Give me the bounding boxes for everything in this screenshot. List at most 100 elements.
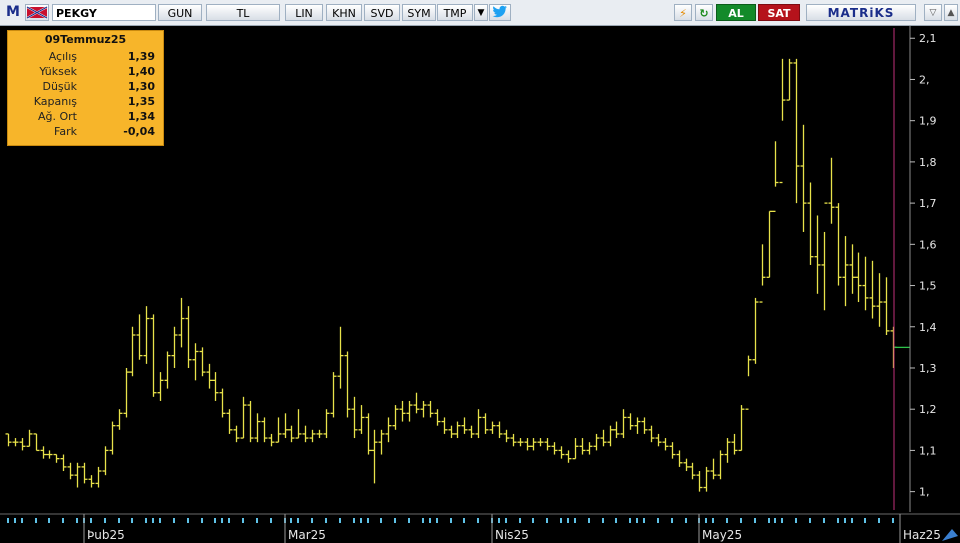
x-tick <box>768 518 770 523</box>
info-value: -0,04 <box>123 125 155 138</box>
y-tick-label: 1,6 <box>919 238 937 251</box>
x-month-label: Haz25 <box>903 528 941 542</box>
scroll-icon[interactable]: ▲ <box>944 4 958 21</box>
x-tick <box>353 518 355 523</box>
x-month-label: Þub25 <box>87 528 125 542</box>
x-tick <box>851 518 853 523</box>
x-tick <box>740 518 742 523</box>
info-label: Fark <box>54 125 77 138</box>
y-tick-label: 1,3 <box>919 362 937 375</box>
x-tick <box>602 518 604 523</box>
x-tick <box>48 518 50 523</box>
y-tick-label: 1,1 <box>919 444 937 457</box>
symbol-input[interactable]: PEKGY <box>52 4 156 21</box>
info-row-close: Kapanış 1,35 <box>8 94 163 109</box>
x-tick <box>643 518 645 523</box>
x-tick <box>159 518 161 523</box>
y-tick-label: 1,4 <box>919 321 937 334</box>
x-tick <box>228 518 230 523</box>
x-month-label: May25 <box>702 528 742 542</box>
x-tick <box>290 518 292 523</box>
toolbar: M PEKGY GUN TL LIN KHN SVD SYM TMP ▼ ⚡ ↻… <box>0 0 960 26</box>
x-tick <box>878 518 880 523</box>
x-tick <box>173 518 175 523</box>
x-tick <box>394 518 396 523</box>
x-tick <box>629 518 631 523</box>
x-tick <box>809 518 811 523</box>
y-tick-label: 1,9 <box>919 115 937 128</box>
x-tick <box>422 518 424 523</box>
flag-icon[interactable] <box>25 4 49 21</box>
x-tick <box>823 518 825 523</box>
x-tick <box>546 518 548 523</box>
dropdown-icon[interactable]: ▼ <box>474 4 488 21</box>
x-tick <box>367 518 369 523</box>
x-tick <box>297 518 299 523</box>
info-value: 1,39 <box>127 50 155 63</box>
x-month-label: Mar25 <box>288 528 326 542</box>
x-tick <box>498 518 500 523</box>
x-tick <box>837 518 839 523</box>
svd-button[interactable]: SVD <box>364 4 400 21</box>
x-tick <box>588 518 590 523</box>
buy-button[interactable]: AL <box>716 4 756 21</box>
x-tick <box>774 518 776 523</box>
x-tick <box>726 518 728 523</box>
x-tick <box>429 518 431 523</box>
tmp-button[interactable]: TMP <box>437 4 473 21</box>
x-tick <box>62 518 64 523</box>
x-tick <box>657 518 659 523</box>
x-tick <box>864 518 866 523</box>
app-logo-letter[interactable]: M <box>4 4 22 21</box>
x-tick <box>892 518 894 523</box>
x-tick <box>671 518 673 523</box>
y-tick-label: 1, <box>919 486 930 499</box>
info-row-avg: Ağ. Ort 1,34 <box>8 109 163 124</box>
ohlc-info-panel: 09Temmuz25 Açılış 1,39 Yüksek 1,40 Düşük 1,… <box>7 30 164 146</box>
x-tick <box>90 518 92 523</box>
x-tick <box>325 518 327 523</box>
x-tick <box>256 518 258 523</box>
x-tick <box>795 518 797 523</box>
info-value: 1,40 <box>127 65 155 78</box>
info-value: 1,35 <box>127 95 155 108</box>
x-tick <box>311 518 313 523</box>
twitter-icon[interactable] <box>489 4 511 21</box>
x-tick <box>360 518 362 523</box>
info-value: 1,34 <box>127 110 155 123</box>
lightning-icon[interactable]: ⚡ <box>674 4 692 21</box>
x-tick <box>636 518 638 523</box>
x-tick <box>754 518 756 523</box>
info-label: Yüksek <box>39 65 77 78</box>
info-value: 1,30 <box>127 80 155 93</box>
x-tick <box>712 518 714 523</box>
sym-button[interactable]: SYM <box>402 4 436 21</box>
x-tick <box>532 518 534 523</box>
x-tick <box>685 518 687 523</box>
y-tick-label: 2,1 <box>919 32 937 45</box>
x-tick <box>705 518 707 523</box>
x-tick <box>781 518 783 523</box>
period-button[interactable]: GUN <box>158 4 202 21</box>
refresh-icon[interactable]: ↻ <box>695 4 713 21</box>
x-month-label: Nis25 <box>495 528 529 542</box>
x-tick <box>201 518 203 523</box>
brand-logo[interactable]: MATRiKS <box>806 4 916 21</box>
sell-button[interactable]: SAT <box>758 4 800 21</box>
x-tick <box>567 518 569 523</box>
khn-button[interactable]: KHN <box>326 4 362 21</box>
x-tick <box>104 518 106 523</box>
y-tick-label: 1,8 <box>919 156 937 169</box>
info-label: Düşük <box>42 80 77 93</box>
x-tick <box>408 518 410 523</box>
x-tick <box>21 518 23 523</box>
info-row-open: Açılış 1,39 <box>8 49 163 64</box>
x-tick <box>380 518 382 523</box>
x-tick <box>560 518 562 523</box>
currency-button[interactable]: TL <box>206 4 280 21</box>
menu-icon[interactable]: ▽ <box>924 4 942 21</box>
x-tick <box>221 518 223 523</box>
y-tick-label: 2, <box>919 73 930 86</box>
scale-button[interactable]: LIN <box>285 4 323 21</box>
x-tick <box>339 518 341 523</box>
